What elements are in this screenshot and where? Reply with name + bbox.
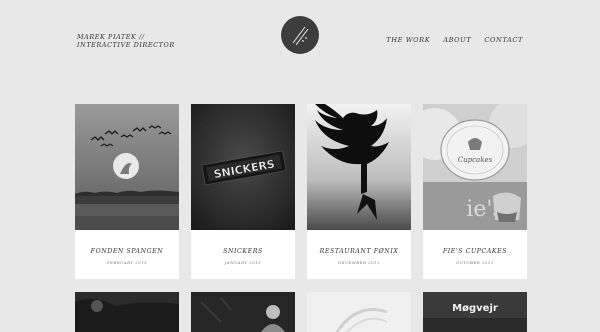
nav-about[interactable]: ABOUT (443, 36, 471, 44)
overlay-text: Møgvejr (452, 303, 498, 314)
project-card-snickers[interactable]: SNICKERS SNICKERS JANUARY 2013 (191, 104, 295, 279)
phoenix-logo-image (307, 104, 411, 230)
project-date: DECEMBER 2012 (337, 260, 381, 265)
person-photo-image (191, 292, 295, 332)
brand[interactable]: MAREK PIATEK // INTERACTIVE DIRECTOR (77, 33, 175, 49)
project-card-row2-1[interactable] (75, 292, 179, 332)
project-date: OCTOBER 2012 (456, 260, 494, 265)
brand-name: MAREK PIATEK // (77, 33, 145, 41)
light-abstract-image (307, 292, 411, 332)
project-title: RESTAURANT FØNIX (319, 248, 399, 255)
site-header: MAREK PIATEK // INTERACTIVE DIRECTOR THE… (0, 0, 600, 80)
svg-text:Cupcakes: Cupcakes (458, 156, 493, 164)
nav-contact[interactable]: CONTACT (484, 36, 523, 44)
project-title: SNICKERS (223, 248, 263, 255)
cupcakes-image: Cupcakes ie's (423, 104, 527, 230)
project-date: JANUARY 2013 (224, 260, 262, 265)
project-card-row2-4[interactable]: Møgvejr (423, 292, 527, 332)
dark-photo-image (75, 292, 179, 332)
project-card-fies-cupcakes[interactable]: Cupcakes ie's FIE'S CUPCAKES OCTOBER 201… (423, 104, 527, 279)
project-card-row2-3[interactable] (307, 292, 411, 332)
project-card-restaurant-fonix[interactable]: RESTAURANT FØNIX DECEMBER 2012 (307, 104, 411, 279)
project-card-fonden-spangen[interactable]: FONDEN SPANGEN FEBRUARY 2013 (75, 104, 179, 279)
main-nav: THE WORK ABOUT CONTACT (386, 36, 523, 44)
brand-role: INTERACTIVE DIRECTOR (77, 41, 175, 49)
project-date: FEBRUARY 2013 (106, 260, 148, 265)
snickers-bar-image: SNICKERS (191, 104, 295, 230)
project-title: FIE'S CUPCAKES (442, 248, 508, 255)
project-title: FONDEN SPANGEN (90, 248, 164, 255)
project-card-row2-2[interactable] (191, 292, 295, 332)
nav-the-work[interactable]: THE WORK (386, 36, 430, 44)
birds-landscape-image (75, 104, 179, 230)
slash-dots-logo-icon[interactable] (281, 16, 319, 54)
